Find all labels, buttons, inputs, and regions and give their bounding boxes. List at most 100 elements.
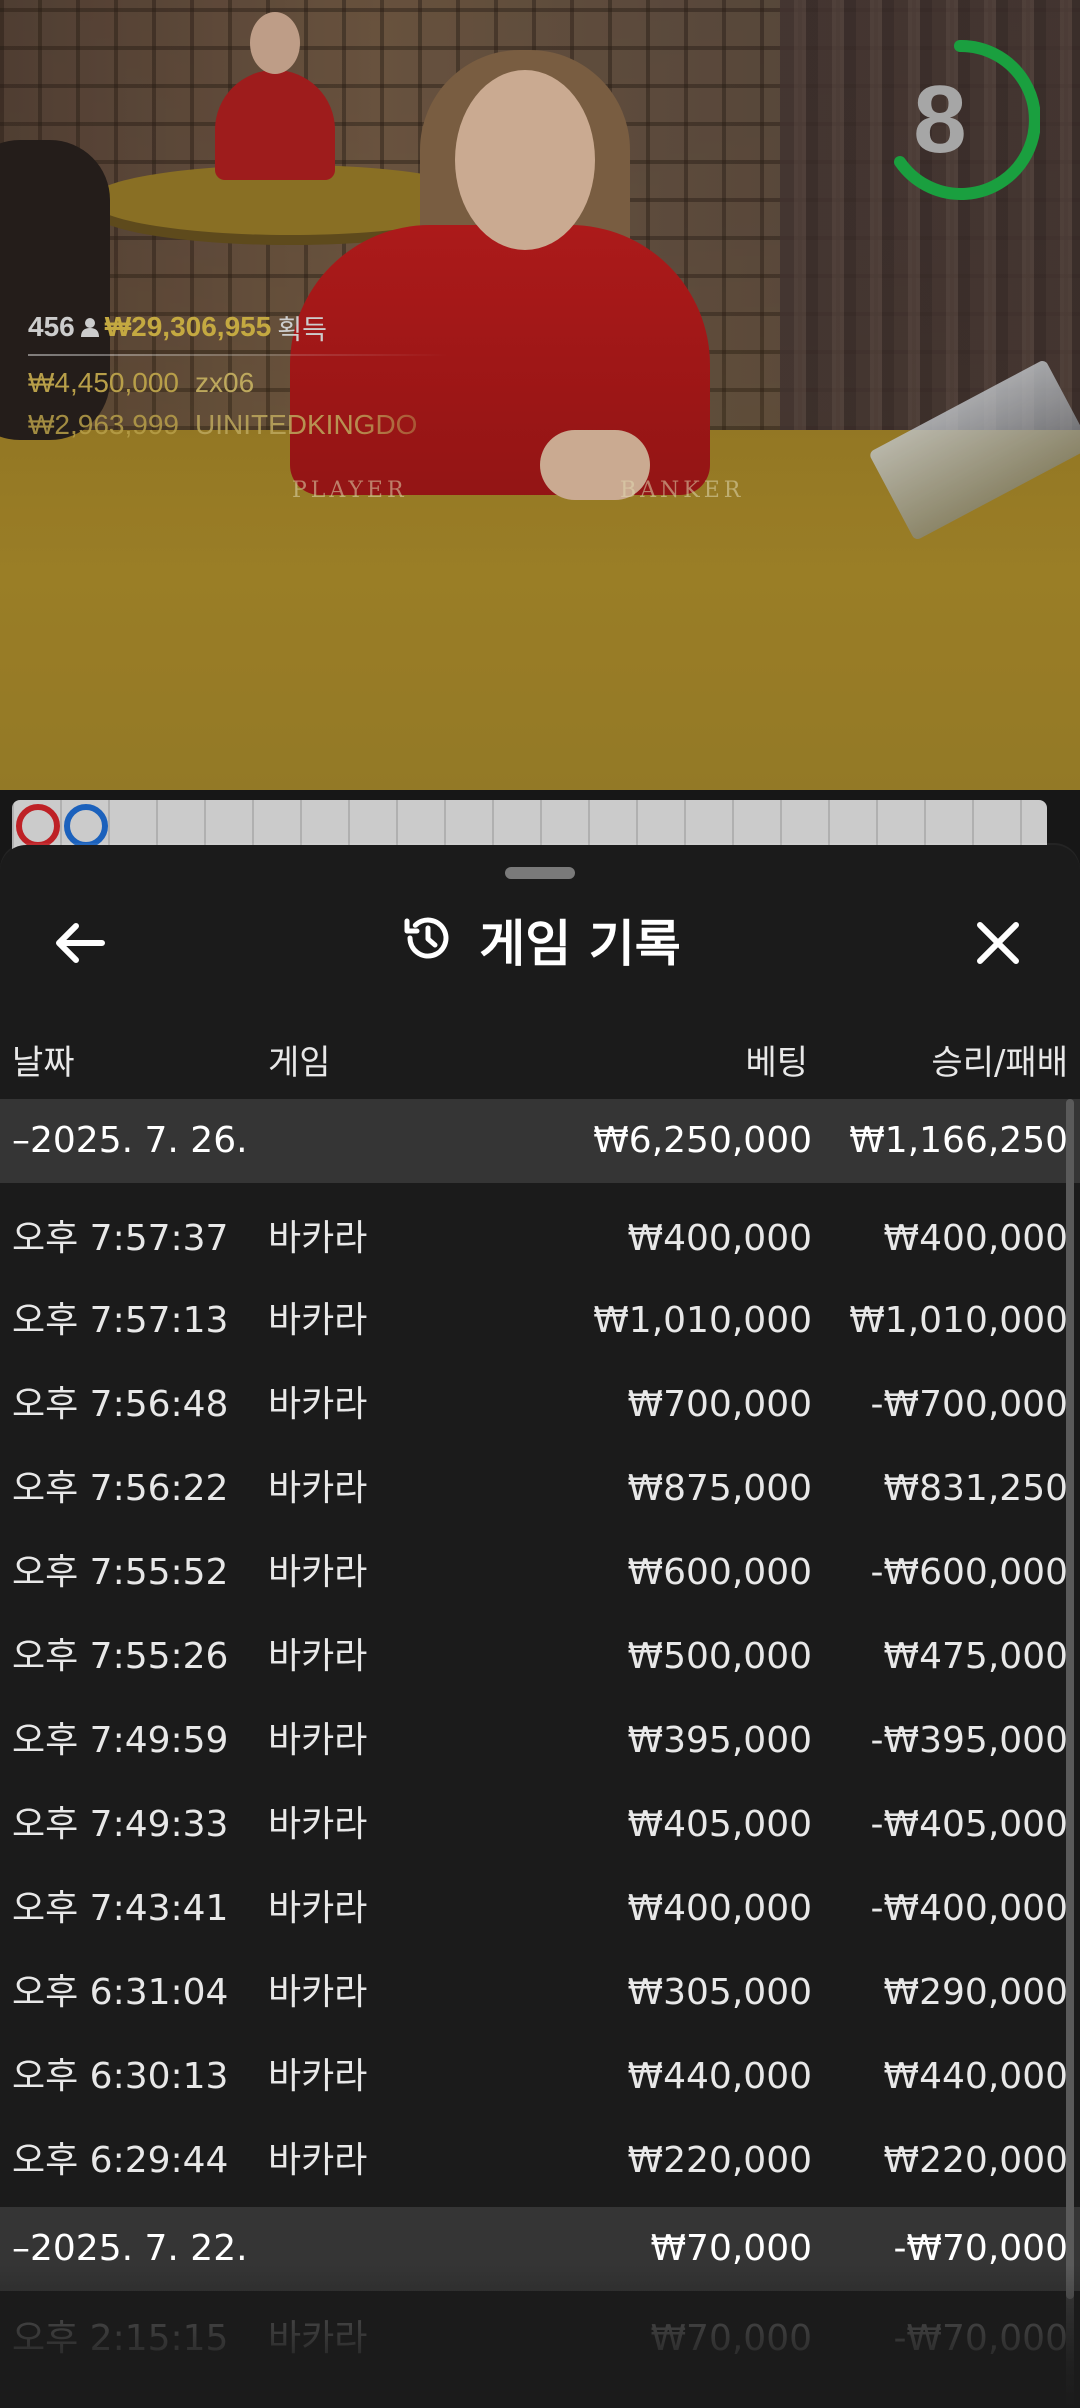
row-time: 오후 7:56:22	[12, 1468, 229, 1509]
row-time: 오후 7:49:59	[12, 1720, 229, 1761]
date-group-row[interactable]: –2025. 7. 22. ₩70,000 -₩70,000	[0, 2207, 1080, 2291]
row-win-loss: -₩70,000	[893, 2318, 1068, 2359]
sheet-drag-handle[interactable]	[505, 867, 575, 879]
row-game: 바카라	[268, 1384, 368, 1425]
group-date: –2025. 7. 26.	[12, 1120, 248, 1161]
row-game: 바카라	[268, 1888, 368, 1929]
history-row[interactable]: 오후 7:56:22 바카라 ₩875,000 ₩831,250	[0, 1441, 1080, 1525]
row-game: 바카라	[268, 1218, 368, 1259]
column-bet: 베팅	[745, 1043, 808, 1083]
row-bet: ₩400,000	[627, 1888, 812, 1929]
close-button[interactable]	[958, 903, 1038, 983]
history-row[interactable]: 오후 7:57:13 바카라 ₩1,010,000 ₩1,010,000	[0, 1273, 1080, 1357]
dealer-head	[455, 70, 595, 250]
winner-row: ₩2,963,999 UINITEDKINGDO	[28, 404, 488, 446]
group-total-bet: ₩6,250,000	[593, 1120, 812, 1161]
game-history-sheet: 게임 기록 날짜 게임 베팅 승리/패배 –2025. 7. 26. ₩6,25…	[0, 845, 1080, 2408]
history-row[interactable]: 오후 6:31:04 바카라 ₩305,000 ₩290,000	[0, 1945, 1080, 2029]
row-bet: ₩220,000	[627, 2140, 812, 2181]
user-icon	[80, 317, 99, 337]
row-game: 바카라	[268, 1300, 368, 1341]
column-win-loss: 승리/패배	[931, 1043, 1068, 1083]
row-win-loss: ₩831,250	[883, 1468, 1068, 1509]
row-game: 바카라	[268, 1636, 368, 1677]
row-bet: ₩700,000	[627, 1384, 812, 1425]
history-row[interactable]: 오후 7:57:37 바카라 ₩400,000 ₩400,000	[0, 1189, 1080, 1273]
timer-value: 8	[913, 66, 967, 173]
row-time: 오후 6:29:44	[12, 2140, 229, 2181]
row-win-loss: ₩475,000	[883, 1636, 1068, 1677]
row-bet: ₩395,000	[627, 1720, 812, 1761]
road-banker-marker	[16, 804, 60, 848]
row-win-loss: -₩400,000	[870, 1888, 1068, 1929]
row-time: 오후 7:57:13	[12, 1300, 229, 1341]
row-win-loss: -₩405,000	[870, 1804, 1068, 1845]
winners-total: ₩29,306,955	[104, 311, 272, 342]
history-row[interactable]: 오후 7:56:48 바카라 ₩700,000 -₩700,000	[0, 1357, 1080, 1441]
row-game: 바카라	[268, 2056, 368, 2097]
row-time: 오후 6:30:13	[12, 2056, 229, 2097]
history-row[interactable]: 오후 6:29:44 바카라 ₩220,000 ₩220,000	[0, 2113, 1080, 2197]
history-row[interactable]: 오후 7:49:33 바카라 ₩405,000 -₩405,000	[0, 1777, 1080, 1861]
history-row[interactable]: 오후 2:15:15 바카라 ₩70,000 -₩70,000	[0, 2291, 1080, 2375]
history-row[interactable]: 오후 7:43:41 바카라 ₩400,000 -₩400,000	[0, 1861, 1080, 1945]
row-game: 바카라	[268, 1552, 368, 1593]
row-time: 오후 6:31:04	[12, 1972, 229, 2013]
road-player-marker	[64, 804, 108, 848]
winners-total-label: 획득	[277, 314, 327, 345]
sheet-header: 게임 기록	[0, 885, 1080, 995]
date-group-row[interactable]: –2025. 7. 26. ₩6,250,000 ₩1,166,250	[0, 1099, 1080, 1183]
sheet-title-group: 게임 기록	[0, 885, 1080, 995]
row-game: 바카라	[268, 1804, 368, 1845]
table-label-player: PLAYER	[292, 478, 408, 503]
arrow-left-icon	[56, 923, 105, 963]
column-game: 게임	[268, 1043, 331, 1083]
winners-count: 456	[28, 311, 75, 342]
row-bet: ₩500,000	[627, 1636, 812, 1677]
group-total-win: -₩70,000	[893, 2228, 1068, 2269]
row-bet: ₩405,000	[627, 1804, 812, 1845]
history-icon	[399, 909, 457, 971]
history-row[interactable]: 오후 6:30:13 바카라 ₩440,000 ₩440,000	[0, 2029, 1080, 2113]
row-bet: ₩600,000	[627, 1552, 812, 1593]
table-header: 날짜 게임 베팅 승리/패배	[0, 1023, 1080, 1093]
winner-amount: ₩2,963,999	[28, 409, 179, 440]
scrollbar-thumb[interactable]	[1066, 1099, 1074, 2299]
background-dealer	[215, 70, 335, 180]
row-time: 오후 7:49:33	[12, 1804, 229, 1845]
background-dealer-head	[250, 12, 300, 74]
winner-row: ₩4,450,000 zx06	[28, 362, 488, 404]
row-game: 바카라	[268, 2140, 368, 2181]
history-table: –2025. 7. 26. ₩6,250,000 ₩1,166,250 오후 7…	[0, 1099, 1080, 2375]
group-total-win: ₩1,166,250	[849, 1120, 1068, 1161]
row-win-loss: ₩440,000	[883, 2056, 1068, 2097]
table-label-banker: BANKER	[620, 478, 745, 503]
row-time: 오후 7:55:52	[12, 1552, 229, 1593]
column-date: 날짜	[12, 1043, 75, 1083]
row-bet: ₩1,010,000	[593, 1300, 812, 1341]
row-time: 오후 2:15:15	[12, 2318, 229, 2359]
history-row[interactable]: 오후 7:49:59 바카라 ₩395,000 -₩395,000	[0, 1693, 1080, 1777]
row-win-loss: -₩600,000	[870, 1552, 1068, 1593]
row-bet: ₩305,000	[627, 1972, 812, 2013]
row-win-loss: ₩400,000	[883, 1218, 1068, 1259]
row-bet: ₩875,000	[627, 1468, 812, 1509]
row-time: 오후 7:55:26	[12, 1636, 229, 1677]
row-bet: ₩440,000	[627, 2056, 812, 2097]
back-button[interactable]	[40, 903, 120, 983]
row-time: 오후 7:43:41	[12, 1888, 229, 1929]
history-row[interactable]: 오후 7:55:52 바카라 ₩600,000 -₩600,000	[0, 1525, 1080, 1609]
row-game: 바카라	[268, 2318, 368, 2359]
countdown-timer: 8	[880, 39, 1041, 200]
row-game: 바카라	[268, 1972, 368, 2013]
winners-summary: 456 ₩29,306,955 획득	[28, 308, 488, 346]
history-row[interactable]: 오후 7:55:26 바카라 ₩500,000 ₩475,000	[0, 1609, 1080, 1693]
winner-amount: ₩4,450,000	[28, 367, 179, 398]
row-bet: ₩400,000	[627, 1218, 812, 1259]
row-game: 바카라	[268, 1720, 368, 1761]
winner-name: UINITEDKINGDO	[195, 409, 418, 440]
row-time: 오후 7:56:48	[12, 1384, 229, 1425]
group-date: –2025. 7. 22.	[12, 2228, 248, 2269]
row-win-loss: ₩1,010,000	[849, 1300, 1068, 1341]
row-win-loss: ₩220,000	[883, 2140, 1068, 2181]
